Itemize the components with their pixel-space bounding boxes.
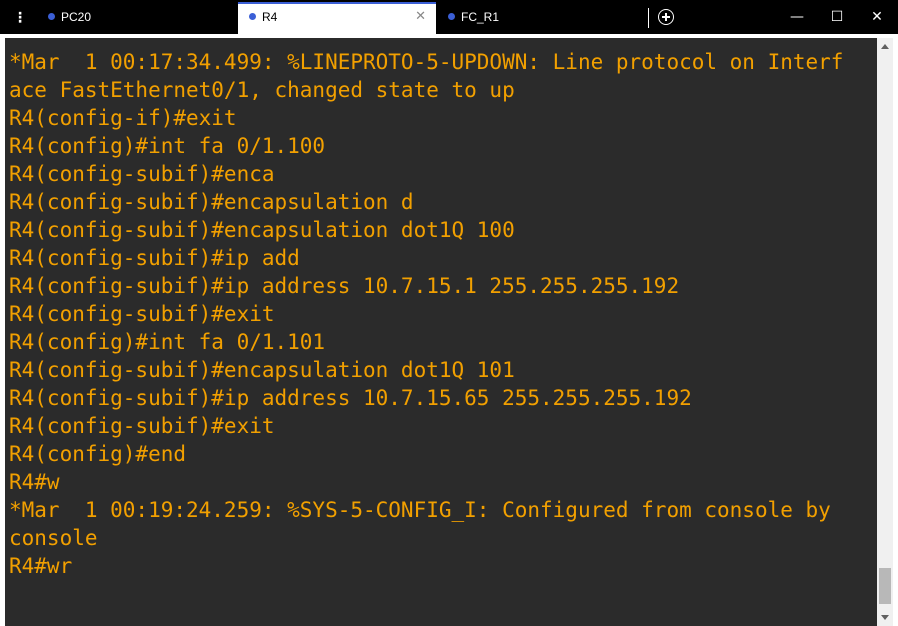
tab-label: PC20 xyxy=(61,10,92,24)
title-bar: ⋮ PC20 R4 ✕ FC_R1 — ☐ ✕ xyxy=(0,0,898,34)
plus-circle-icon[interactable] xyxy=(658,9,674,25)
tab-r4[interactable]: R4 ✕ xyxy=(238,2,436,34)
console-line: *Mar 1 00:19:24.259: %SYS-5-CONFIG_I: Co… xyxy=(9,498,831,522)
console-line: R4(config-subif)#ip address 10.7.15.1 25… xyxy=(9,274,680,298)
console-line: R4(config)#int fa 0/1.100 xyxy=(9,134,326,158)
console-line: R4(config)#end xyxy=(9,442,187,466)
tab-label: R4 xyxy=(262,10,278,24)
scroll-up-arrow-icon[interactable] xyxy=(881,44,889,49)
console-output[interactable]: *Mar 1 00:17:34.499: %LINEPROTO-5-UPDOWN… xyxy=(5,38,877,626)
console-line: R4(config-subif)#exit xyxy=(9,414,275,438)
console-line: R4#wr xyxy=(9,554,73,578)
tab-pc20[interactable]: PC20 xyxy=(38,2,236,34)
console-line: R4(config-subif)#ip add xyxy=(9,246,300,270)
console-line: R4(config-subif)#encapsulation dot1Q 101 xyxy=(9,358,515,382)
console-line: R4(config)#int fa 0/1.101 xyxy=(9,330,326,354)
scrollbar-thumb[interactable] xyxy=(879,568,891,604)
close-icon[interactable]: ✕ xyxy=(862,6,892,28)
divider xyxy=(648,8,649,28)
console-line: R4(config-subif)#encapsulation d xyxy=(9,190,414,214)
console-line: R4(config-subif)#encapsulation dot1Q 100 xyxy=(9,218,515,242)
console-line: R4(config-subif)#ip address 10.7.15.65 2… xyxy=(9,386,692,410)
console-line: R4(config-subif)#enca xyxy=(9,162,275,186)
console-line: R4#w xyxy=(9,470,60,494)
status-dot-icon xyxy=(249,13,256,20)
console-line: *Mar 1 00:17:34.499: %LINEPROTO-5-UPDOWN… xyxy=(9,50,844,74)
console-line: R4(config-if)#exit xyxy=(9,106,237,130)
terminal-panel: *Mar 1 00:17:34.499: %LINEPROTO-5-UPDOWN… xyxy=(0,34,898,626)
tab-label: FC_R1 xyxy=(461,10,500,24)
vertical-scrollbar[interactable] xyxy=(877,38,893,626)
tab-fc-r1[interactable]: FC_R1 xyxy=(438,2,636,34)
scroll-down-arrow-icon[interactable] xyxy=(881,615,889,620)
minimize-icon[interactable]: — xyxy=(782,6,812,28)
status-dot-icon xyxy=(48,13,55,20)
status-dot-icon xyxy=(448,13,455,20)
console-line: console xyxy=(9,526,98,550)
console-line: R4(config-subif)#exit xyxy=(9,302,275,326)
console-line: ace FastEthernet0/1, changed state to up xyxy=(9,78,515,102)
close-icon[interactable]: ✕ xyxy=(415,8,426,24)
vertical-dots-icon[interactable]: ⋮ xyxy=(10,4,30,32)
maximize-icon[interactable]: ☐ xyxy=(822,6,852,28)
